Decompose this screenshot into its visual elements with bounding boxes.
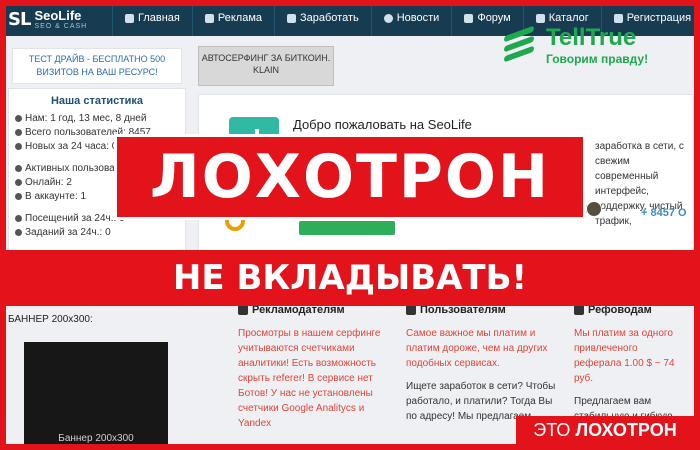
clock-icon	[15, 114, 22, 122]
site-logo[interactable]: SL SeoLife SEO & CASH	[8, 6, 87, 32]
stat-in-account: В аккаунте: 1	[25, 190, 87, 202]
megaphone-icon	[204, 13, 214, 23]
online-icon	[15, 178, 22, 186]
stat-tasks: Заданий за 24ч.: 0	[25, 226, 111, 238]
banner-image[interactable]: Баннер 200x300	[24, 342, 168, 450]
scam-tag-prefix: ЭТО	[533, 420, 571, 440]
eye-icon	[15, 214, 22, 222]
account-icon	[15, 192, 22, 200]
stats-title: Наша статистика	[50, 95, 144, 107]
column-highlight: Мы платим за одного привлеченого реферал…	[574, 328, 675, 384]
nav-news-label: Новости	[396, 12, 440, 24]
autosurf-bitcoin-button[interactable]: АВТОСЕРФИНГ ЗА БИТКОИН. KLAIN	[198, 46, 334, 86]
user-plus-icon	[15, 142, 22, 150]
scam-tag-word: ЛОХОТРОН	[575, 420, 677, 440]
nav-ads-label: Реклама	[217, 12, 262, 24]
user-icon	[406, 305, 416, 315]
stat-age: Нам: 1 год, 13 мес, 8 дней	[25, 112, 147, 124]
do-not-invest-strip: НЕ ВКЛАДЫВАТЬ!	[0, 250, 700, 306]
users-icon	[15, 128, 22, 136]
stat-new-users: Новых за 24 часа: 0	[25, 140, 118, 152]
chart-icon	[238, 305, 248, 315]
stat-row: Заданий за 24ч.: 0	[15, 225, 179, 239]
user-icon	[15, 164, 22, 172]
dollar-icon	[287, 13, 296, 23]
home-icon	[125, 13, 134, 23]
logo-name: SeoLife	[34, 7, 82, 23]
chat-icon	[464, 13, 474, 23]
logo-mark: SL	[8, 8, 31, 30]
stat-row: Нам: 1 год, 13 мес, 8 дней	[15, 111, 179, 125]
avatar	[586, 201, 602, 217]
welcome-title: Добро пожаловать на SeoLife	[293, 117, 472, 132]
nav-home[interactable]: Главная	[112, 0, 192, 36]
telltrue-slogan: Говорим правду!	[546, 52, 649, 66]
column-advertisers: Рекламодателям Просмотры в нашем серфинг…	[238, 302, 406, 450]
users-icon	[574, 305, 584, 315]
column-highlight: Самое важное мы платим и платим дороже, …	[406, 328, 548, 369]
banner-title: БАННЕР 200x300:	[8, 314, 93, 325]
nav-home-label: Главная	[138, 12, 180, 24]
scam-overlay-title: ЛОХОТРОН	[114, 134, 586, 220]
nav-news[interactable]: Новости	[370, 0, 452, 36]
promo-link[interactable]: ТЕСТ ДРАЙВ - БЕСПЛАТНО 500 ВИЗИТОВ НА ВА…	[12, 48, 182, 84]
telltrue-name: TellTrue	[546, 24, 637, 51]
scam-tag: ЭТО ЛОХОТРОН	[516, 416, 694, 444]
stat-visits: Посещений за 24ч.: 0	[25, 212, 125, 224]
stat-online: Онлайн: 2	[25, 176, 72, 188]
column-highlight: Просмотры в нашем серфинге учитываются с…	[238, 328, 381, 429]
nav-earn-label: Заработать	[300, 12, 359, 24]
logo-tagline: SEO & CASH	[34, 22, 88, 30]
users-count: + 8457 О	[641, 207, 687, 219]
globe-icon	[383, 13, 393, 23]
register-button[interactable]	[299, 221, 395, 235]
telltrue-watermark: TellTrue Говорим правду!	[500, 20, 690, 72]
sidebar: ТЕСТ ДРАЙВ - БЕСПЛАТНО 500 ВИЗИТОВ НА ВА…	[6, 36, 186, 450]
telltrue-badge-icon	[500, 25, 542, 67]
main-content: АВТОСЕРФИНГ ЗА БИТКОИН. KLAIN Добро пожа…	[192, 36, 694, 450]
banner-label: Баннер 200x300	[58, 433, 134, 444]
tasks-icon	[15, 228, 22, 236]
nav-ads[interactable]: Реклама	[191, 0, 274, 36]
nav-earn[interactable]: Заработать	[274, 0, 371, 36]
